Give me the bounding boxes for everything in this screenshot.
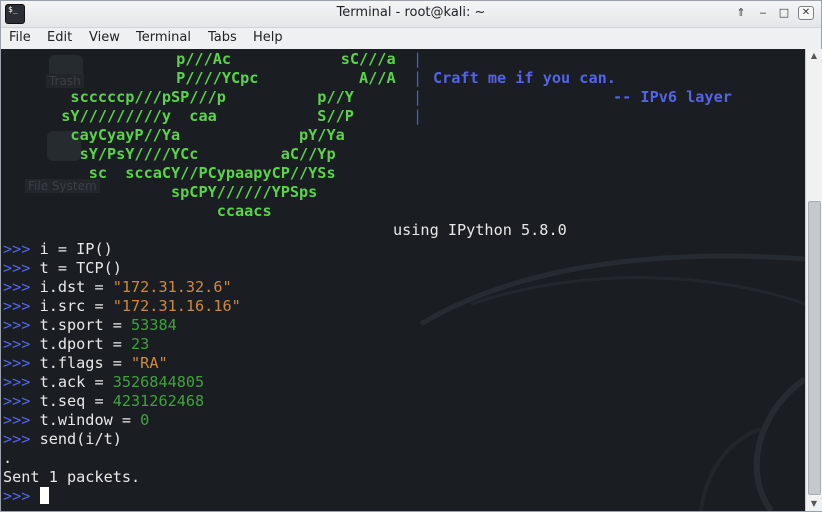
banner-art-line: sY/PsY////YCc aC//Yp (43, 145, 336, 163)
keep-above-button[interactable]: ⇑ (733, 6, 749, 20)
session-line: >>> t.flags = "RA" (3, 354, 168, 373)
session-line: >>> i = IP() (3, 240, 113, 259)
prompt: >>> (3, 392, 31, 410)
banner-tagline: Craft me if you can. (433, 69, 616, 87)
menu-file[interactable]: File (9, 30, 31, 45)
banner-art-line: ccaacs (43, 202, 272, 220)
output-line: . (3, 449, 13, 467)
prompt: >>> (3, 278, 31, 296)
banner-art-line: P////YCpc A//A (103, 69, 424, 87)
trash-label: Trash (46, 74, 84, 88)
banner-separator: | (413, 50, 423, 68)
number-literal: 3526844805 (112, 373, 205, 391)
code: t = TCP() (30, 259, 122, 277)
banner-attribution: -- IPv6 layer (613, 88, 732, 106)
scroll-up-arrow-icon[interactable]: ▲ (806, 49, 822, 63)
code: t.window = (30, 411, 141, 429)
input-line[interactable]: >>> (3, 487, 49, 506)
number-literal: 4231262468 (112, 392, 205, 410)
banner-separator: | (413, 69, 423, 87)
code: t.ack = (30, 373, 113, 391)
terminal-window: $_ Terminal - root@kali: ~ ⇑ ‒ □ ✕ File … (0, 0, 822, 512)
number-literal: 23 (131, 335, 150, 353)
prompt: >>> (3, 297, 31, 315)
menu-terminal[interactable]: Terminal (136, 30, 191, 45)
session-line: >>> t.dport = 23 (3, 335, 149, 354)
banner-art-line: sc sccaCY//PCypaapyCP//YSs (43, 164, 336, 182)
terminal-area[interactable]: Trash File System p///Ac sC///a P////YCp… (1, 49, 805, 511)
session-line: >>> t = TCP() (3, 259, 122, 278)
prompt: >>> (3, 240, 31, 258)
session-line: >>> i.dst = "172.31.32.6" (3, 278, 232, 297)
session-line: >>> t.window = 0 (3, 411, 149, 430)
banner-separator: | (413, 88, 423, 106)
code: t.flags = (30, 354, 132, 372)
prompt: >>> (3, 487, 31, 505)
banner-art-line: sY/////////y caa S//P (43, 107, 382, 125)
prompt: >>> (3, 373, 31, 391)
prompt: >>> (3, 411, 31, 429)
code: i.dst = (30, 278, 113, 296)
banner-separator: | (413, 107, 423, 125)
banner-art-line: spCPY//////YPSps (43, 183, 318, 201)
menu-tabs[interactable]: Tabs (208, 30, 237, 45)
banner-art-line: p///Ac sC///a (103, 50, 424, 68)
string-literal: "172.31.16.16" (112, 297, 241, 315)
window-title: Terminal - root@kali: ~ (336, 5, 486, 20)
code: t.seq = (30, 392, 113, 410)
menu-view[interactable]: View (89, 30, 120, 45)
scroll-down-arrow-icon[interactable]: ▼ (806, 497, 822, 511)
code: i.src = (30, 297, 113, 315)
prompt: >>> (3, 430, 31, 448)
output-line: Sent 1 packets. (3, 468, 141, 486)
menu-bar: File Edit View Terminal Tabs Help (1, 28, 821, 50)
session-line: >>> t.seq = 4231262468 (3, 392, 204, 411)
session-line: >>> t.ack = 3526844805 (3, 373, 204, 392)
session-line: >>> send(i/t) (3, 430, 122, 449)
menu-edit[interactable]: Edit (47, 30, 72, 45)
code: t.dport = (30, 335, 132, 353)
menu-help[interactable]: Help (253, 30, 283, 45)
string-literal: "RA" (131, 354, 168, 372)
ipython-version: using IPython 5.8.0 (393, 221, 567, 239)
close-button[interactable]: ✕ (798, 6, 814, 20)
prompt: >>> (3, 316, 31, 334)
string-literal: "172.31.32.6" (112, 278, 232, 296)
code: send(i/t) (30, 430, 122, 448)
number-literal: 53384 (131, 316, 177, 334)
text-cursor (39, 487, 49, 504)
number-literal: 0 (140, 411, 150, 429)
title-bar[interactable]: $_ Terminal - root@kali: ~ ⇑ ‒ □ ✕ (1, 1, 821, 28)
vertical-scrollbar[interactable]: ▲ ▼ (805, 49, 822, 511)
scrollbar-thumb[interactable] (808, 201, 821, 495)
maximize-button[interactable]: □ (776, 6, 792, 20)
banner-art-line: cayCyayP//Ya pY/Ya (43, 126, 345, 144)
banner-art-line: scccccp///pSP///p p//Y (43, 88, 382, 106)
session-line: >>> i.src = "172.31.16.16" (3, 297, 241, 316)
prompt: >>> (3, 259, 31, 277)
prompt: >>> (3, 354, 31, 372)
code: i = IP() (30, 240, 113, 258)
prompt: >>> (3, 335, 31, 353)
code: t.sport = (30, 316, 132, 334)
session-line: >>> t.sport = 53384 (3, 316, 177, 335)
minimize-button[interactable]: ‒ (755, 6, 771, 20)
